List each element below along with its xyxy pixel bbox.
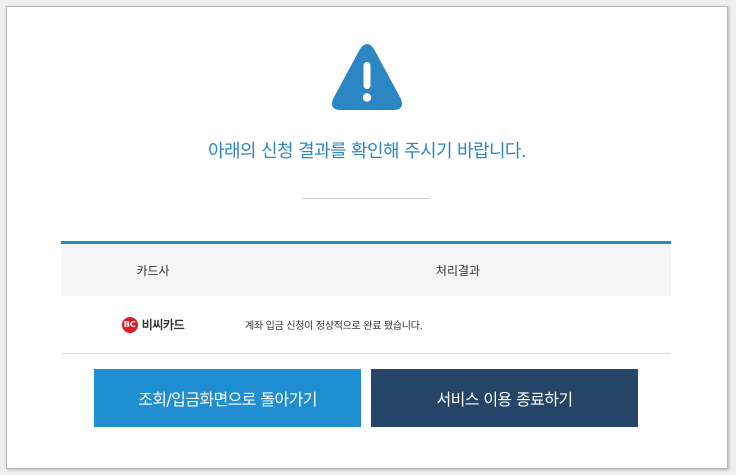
warning-triangle-icon — [332, 44, 402, 110]
table-row: BC 비씨카드 계좌 입금 신청이 정상적으로 완료 됐습니다. — [61, 296, 671, 354]
bc-card-logo: BC 비씨카드 — [121, 316, 185, 333]
header-result: 처리결과 — [435, 263, 481, 278]
bc-card-logo-icon: BC — [121, 316, 138, 333]
result-dialog: 아래의 신청 결과를 확인해 주시기 바랍니다. 카드사 처리결과 BC 비씨카… — [6, 6, 728, 469]
result-message: 아래의 신청 결과를 확인해 주시기 바랍니다. — [207, 141, 527, 162]
divider — [302, 198, 430, 199]
table-header: 카드사 처리결과 — [61, 244, 671, 296]
back-to-inquiry-button[interactable]: 조회/입금화면으로 돌아가기 — [94, 369, 361, 427]
result-table: 카드사 처리결과 BC 비씨카드 계좌 입금 신청이 정상적으로 완료 됐습니다… — [61, 241, 671, 354]
end-service-button[interactable]: 서비스 이용 종료하기 — [371, 369, 638, 427]
card-name: 비씨카드 — [141, 318, 185, 332]
card-company-cell: BC 비씨카드 — [61, 316, 245, 333]
header-card-company: 카드사 — [136, 263, 170, 278]
result-cell: 계좌 입금 신청이 정상적으로 완료 됐습니다. — [245, 321, 423, 332]
